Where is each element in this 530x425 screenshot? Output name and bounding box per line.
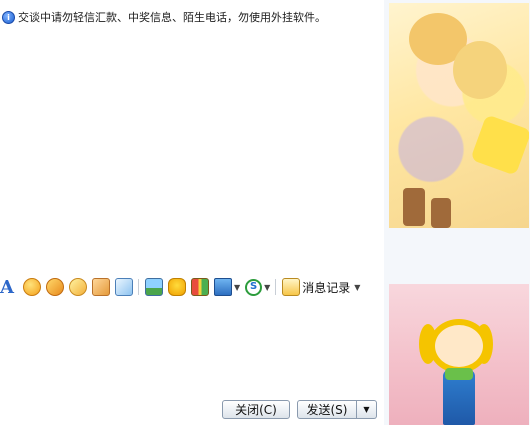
wink-icon — [68, 278, 87, 296]
chevron-down-icon[interactable]: ▼ — [354, 283, 360, 292]
side-panel — [384, 0, 530, 425]
emoji-button[interactable] — [22, 277, 41, 297]
screenshot-button[interactable]: ▼ — [213, 277, 240, 297]
send-button-group: 发送(S) ▼ — [297, 400, 377, 419]
security-notice: i 交谈中请勿轻信汇款、中奖信息、陌生电话，勿使用外挂软件。 — [2, 9, 326, 25]
gift-button[interactable] — [190, 277, 209, 297]
contact-show-image — [389, 3, 529, 228]
gift-icon — [190, 278, 209, 296]
handwrite-button[interactable] — [114, 277, 133, 297]
chevron-down-icon: ▼ — [363, 405, 370, 414]
security-notice-text: 交谈中请勿轻信汇款、中奖信息、陌生电话，勿使用外挂软件。 — [18, 11, 326, 24]
magic-face-button[interactable] — [45, 277, 64, 297]
image-button[interactable] — [144, 277, 163, 297]
duck-icon — [167, 278, 186, 296]
action-buttons: 关闭(C) 发送(S) ▼ — [222, 400, 377, 419]
send-button[interactable]: 发送(S) — [297, 400, 357, 419]
message-log-button[interactable]: 消息记录 ▼ — [282, 277, 360, 297]
screenshot-icon — [213, 278, 232, 296]
chevron-down-icon[interactable]: ▼ — [234, 283, 240, 292]
s-button[interactable]: S ▼ — [245, 277, 270, 297]
chat-history-area[interactable]: i 交谈中请勿轻信汇款、中奖信息、陌生电话，勿使用外挂软件。 — [0, 0, 384, 276]
input-toolbar: A ▼ S ▼ 消息记录 ▼ — [0, 276, 384, 298]
message-log-label: 消息记录 — [302, 280, 351, 295]
wink-button[interactable] — [68, 277, 87, 297]
magic-face-icon — [45, 278, 64, 296]
font-button[interactable]: A — [0, 277, 14, 298]
emoji-icon — [22, 278, 41, 296]
thumbs-button[interactable] — [91, 277, 110, 297]
my-avatar-show — [389, 284, 529, 425]
thumbs-icon — [91, 278, 110, 296]
image-icon — [144, 278, 163, 296]
close-button[interactable]: 关闭(C) — [222, 400, 290, 419]
send-options-button[interactable]: ▼ — [357, 400, 377, 419]
duck-button[interactable] — [167, 277, 186, 297]
toolbar-divider — [275, 279, 277, 295]
handwrite-icon — [114, 278, 133, 296]
message-log-icon — [282, 278, 301, 296]
s-icon: S — [245, 278, 263, 296]
chevron-down-icon[interactable]: ▼ — [264, 283, 270, 292]
toolbar-divider — [137, 279, 139, 295]
info-icon: i — [2, 10, 15, 24]
